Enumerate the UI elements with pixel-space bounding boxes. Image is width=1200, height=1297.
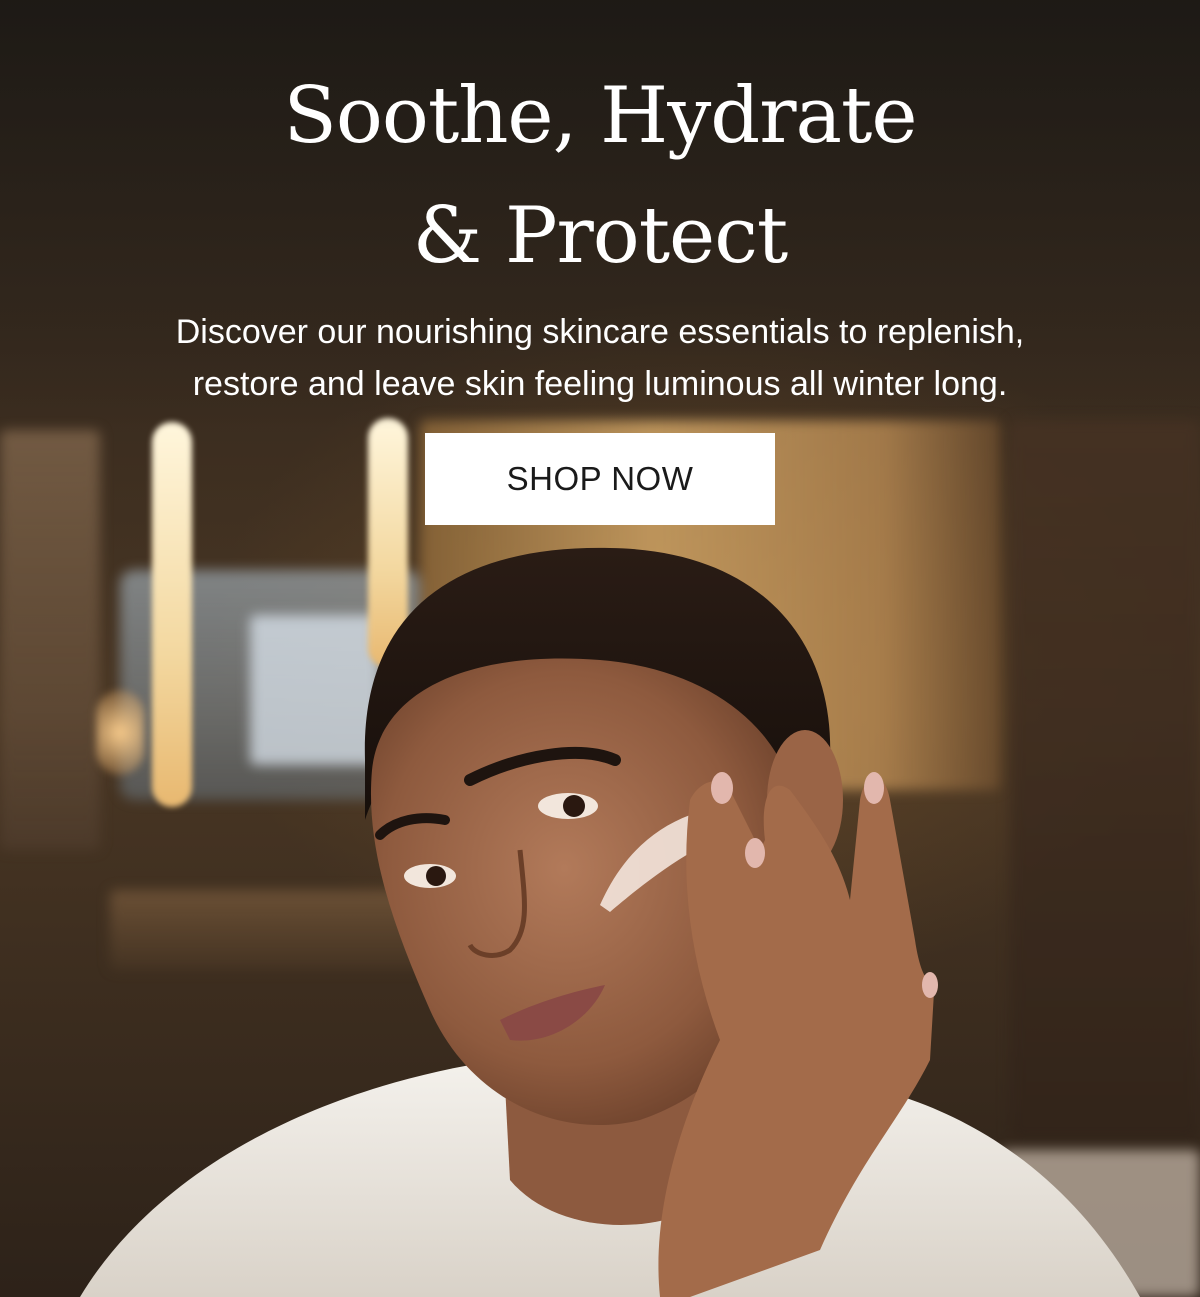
headline-line: Soothe, Hydrate xyxy=(283,71,918,161)
headline-line: & Protect xyxy=(412,191,789,281)
iris xyxy=(563,795,585,817)
fingernail xyxy=(745,838,765,868)
fingernail xyxy=(922,972,938,998)
subheadline-line: restore and leave skin feeling luminous … xyxy=(192,365,1008,403)
iris xyxy=(426,866,446,886)
hero-banner: Soothe, Hydrate & Protect Discover our n… xyxy=(0,0,1200,1297)
subheadline-line: Discover our nourishing skincare essenti… xyxy=(175,313,1025,351)
fingernail xyxy=(864,772,884,804)
shop-now-button[interactable]: SHOP NOW xyxy=(425,433,775,525)
subheadline: Discover our nourishing skincare essenti… xyxy=(40,306,1160,410)
headline: Soothe, Hydrate & Protect xyxy=(0,56,1200,296)
fingernail xyxy=(711,772,733,804)
